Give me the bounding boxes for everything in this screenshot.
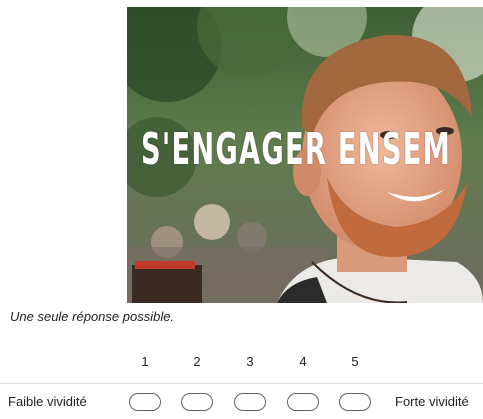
scale-option-5-radio[interactable] <box>339 393 371 411</box>
scale-number-3: 3 <box>246 354 254 369</box>
scale-number-5: 5 <box>351 354 359 369</box>
scale-option-2-radio[interactable] <box>181 393 213 411</box>
scale-option-4-radio[interactable] <box>287 393 319 411</box>
scale-numbers: 1 2 3 4 5 <box>0 354 483 372</box>
low-label: Faible vividité <box>8 394 87 409</box>
banner-photo: S'ENGAGER ENSEM <box>127 7 483 303</box>
scale-number-1: 1 <box>141 354 149 369</box>
scale-number-4: 4 <box>299 354 307 369</box>
scale-number-2: 2 <box>193 354 201 369</box>
scale-option-1-radio[interactable] <box>129 393 161 411</box>
scale-option-3-radio[interactable] <box>234 393 266 411</box>
high-label: Forte vividité <box>395 394 469 409</box>
linear-scale-row: Faible vividité Forte vividité <box>0 384 483 419</box>
banner-overlay-text: S'ENGAGER ENSEM <box>141 124 451 175</box>
single-answer-hint: Une seule réponse possible. <box>10 309 175 324</box>
